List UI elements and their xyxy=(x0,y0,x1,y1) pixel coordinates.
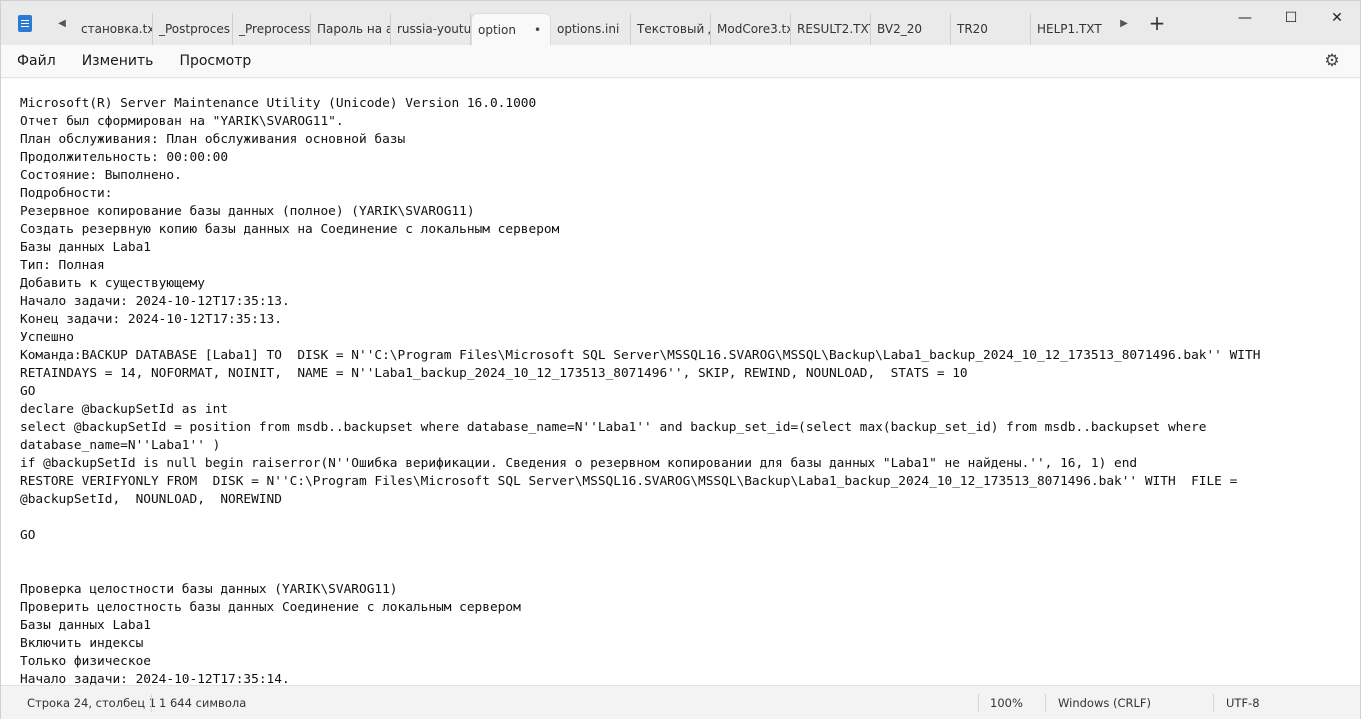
text-line: Базы данных Laba1 xyxy=(20,240,151,255)
notepad-window: ◀ становка.tx _Postproces _Preprocess Па… xyxy=(0,0,1361,719)
new-tab-plus-icon[interactable]: + xyxy=(1137,1,1177,45)
window-controls: — ☐ ✕ xyxy=(1222,1,1360,37)
text-line: RETAINDAYS = 14, NOFORMAT, NOINIT, NAME … xyxy=(20,366,968,381)
encoding[interactable]: UTF-8 xyxy=(1226,696,1260,710)
text-line: Создать резервную копию базы данных на С… xyxy=(20,222,560,237)
tab-label: становка.tx xyxy=(81,22,153,36)
text-line: GO xyxy=(20,384,36,399)
text-line xyxy=(20,509,1260,527)
tab-label: ModCore3.tx xyxy=(717,22,791,36)
text-line: Подробности: xyxy=(20,186,113,201)
text-line: declare @backupSetId as int xyxy=(20,402,229,417)
text-line: Microsoft(R) Server Maintenance Utility … xyxy=(20,96,537,111)
text-line: Резервное копирование базы данных (полно… xyxy=(20,204,475,219)
tab-label: _Preprocess xyxy=(239,22,311,36)
tab-label: Текстовый д xyxy=(637,22,711,36)
tab-preprocess[interactable]: _Preprocess xyxy=(233,13,311,45)
tab-help1[interactable]: HELP1.TXT xyxy=(1031,13,1111,45)
zoom-level[interactable]: 100% xyxy=(990,696,1023,710)
tab-label: RESULT2.TXT xyxy=(797,22,871,36)
text-line: Команда:BACKUP DATABASE [Laba1] TO DISK … xyxy=(20,348,1261,363)
tab-parol[interactable]: Пароль на а xyxy=(311,13,391,45)
tabs-scroll-right-icon[interactable]: ▶ xyxy=(1111,1,1137,45)
tab-options-ini[interactable]: options.ini xyxy=(551,13,631,45)
text-line xyxy=(20,545,1260,563)
tab-bv2-20[interactable]: BV2_20 xyxy=(871,13,951,45)
text-line: if @backupSetId is null begin raiserror(… xyxy=(20,456,1138,471)
tab-option-active[interactable]: option • xyxy=(471,12,551,46)
tab-label: _Postproces xyxy=(159,22,230,36)
menu-file[interactable]: Файл xyxy=(7,49,66,73)
tab-postprocess[interactable]: _Postproces xyxy=(153,13,233,45)
tab-strip: становка.tx _Postproces _Preprocess Паро… xyxy=(75,1,1111,46)
tab-russia-youtube[interactable]: russia-youtu xyxy=(391,13,471,45)
unsaved-dot-icon: • xyxy=(533,22,542,37)
tab-label: HELP1.TXT xyxy=(1037,22,1102,36)
maximize-icon[interactable]: ☐ xyxy=(1268,1,1314,35)
text-line: Конец задачи: 2024-10-12T17:35:13. xyxy=(20,312,282,327)
text-line: Продолжительность: 00:00:00 xyxy=(20,150,229,165)
status-divider xyxy=(1045,694,1046,712)
text-line: @backupSetId, NOUNLOAD, NOREWIND xyxy=(20,492,282,507)
text-line: Проверить целостность базы данных Соедин… xyxy=(20,600,521,615)
notepad-app-icon xyxy=(1,1,49,45)
tab-label: TR20 xyxy=(957,22,988,36)
character-count: 1 644 символа xyxy=(159,696,247,710)
text-editor-area[interactable]: Microsoft(R) Server Maintenance Utility … xyxy=(1,79,1360,685)
tabs-scroll-left-icon[interactable]: ◀ xyxy=(49,1,75,45)
text-line: Успешно xyxy=(20,330,74,345)
text-line: Состояние: Выполнено. xyxy=(20,168,182,183)
menu-edit[interactable]: Изменить xyxy=(72,49,164,73)
text-line: RESTORE VERIFYONLY FROM DISK = N''C:\Pro… xyxy=(20,474,1238,489)
tab-tr20[interactable]: TR20 xyxy=(951,13,1031,45)
menu-view[interactable]: Просмотр xyxy=(169,49,261,73)
settings-gear-icon[interactable]: ⚙ xyxy=(1322,51,1342,71)
tab-label: options.ini xyxy=(557,22,620,36)
tab-result2[interactable]: RESULT2.TXT xyxy=(791,13,871,45)
close-icon[interactable]: ✕ xyxy=(1314,1,1360,35)
text-line: GO xyxy=(20,528,36,543)
text-line: database_name=N''Laba1'' ) xyxy=(20,438,221,453)
text-line xyxy=(20,563,1260,581)
text-line: select @backupSetId = position from msdb… xyxy=(20,420,1207,435)
status-divider xyxy=(1213,694,1214,712)
line-ending[interactable]: Windows (CRLF) xyxy=(1058,696,1151,710)
text-line: Тип: Полная xyxy=(20,258,105,273)
text-line: Добавить к существующему xyxy=(20,276,205,291)
tab-label: Пароль на а xyxy=(317,22,391,36)
text-line: Только физическое xyxy=(20,654,151,669)
document-text[interactable]: Microsoft(R) Server Maintenance Utility … xyxy=(20,95,1260,685)
text-line: Проверка целостности базы данных (YARIK\… xyxy=(20,582,398,597)
text-line: Включить индексы xyxy=(20,636,144,651)
text-line: План обслуживания: План обслуживания осн… xyxy=(20,132,406,147)
text-line: Отчет был сформирован на "YARIK\SVAROG11… xyxy=(20,114,344,129)
tab-label: BV2_20 xyxy=(877,22,922,36)
title-bar: ◀ становка.tx _Postproces _Preprocess Па… xyxy=(1,1,1360,46)
text-line: Базы данных Laba1 xyxy=(20,618,151,633)
menu-bar: Файл Изменить Просмотр ⚙ xyxy=(1,45,1360,78)
tab-modcore3[interactable]: ModCore3.tx xyxy=(711,13,791,45)
text-line: Начало задачи: 2024-10-12T17:35:14. xyxy=(20,672,290,685)
cursor-position: Строка 24, столбец 1 xyxy=(27,696,157,710)
status-divider xyxy=(978,694,979,712)
status-divider xyxy=(151,694,152,712)
tab-label: option xyxy=(478,22,516,37)
status-bar: Строка 24, столбец 1 1 644 символа 100% … xyxy=(1,685,1360,719)
text-line: Начало задачи: 2024-10-12T17:35:13. xyxy=(20,294,290,309)
tab-label: russia-youtu xyxy=(397,22,471,36)
tab-ustanovka[interactable]: становка.tx xyxy=(75,13,153,45)
minimize-icon[interactable]: — xyxy=(1222,1,1268,35)
tab-tekstovyi[interactable]: Текстовый д xyxy=(631,13,711,45)
